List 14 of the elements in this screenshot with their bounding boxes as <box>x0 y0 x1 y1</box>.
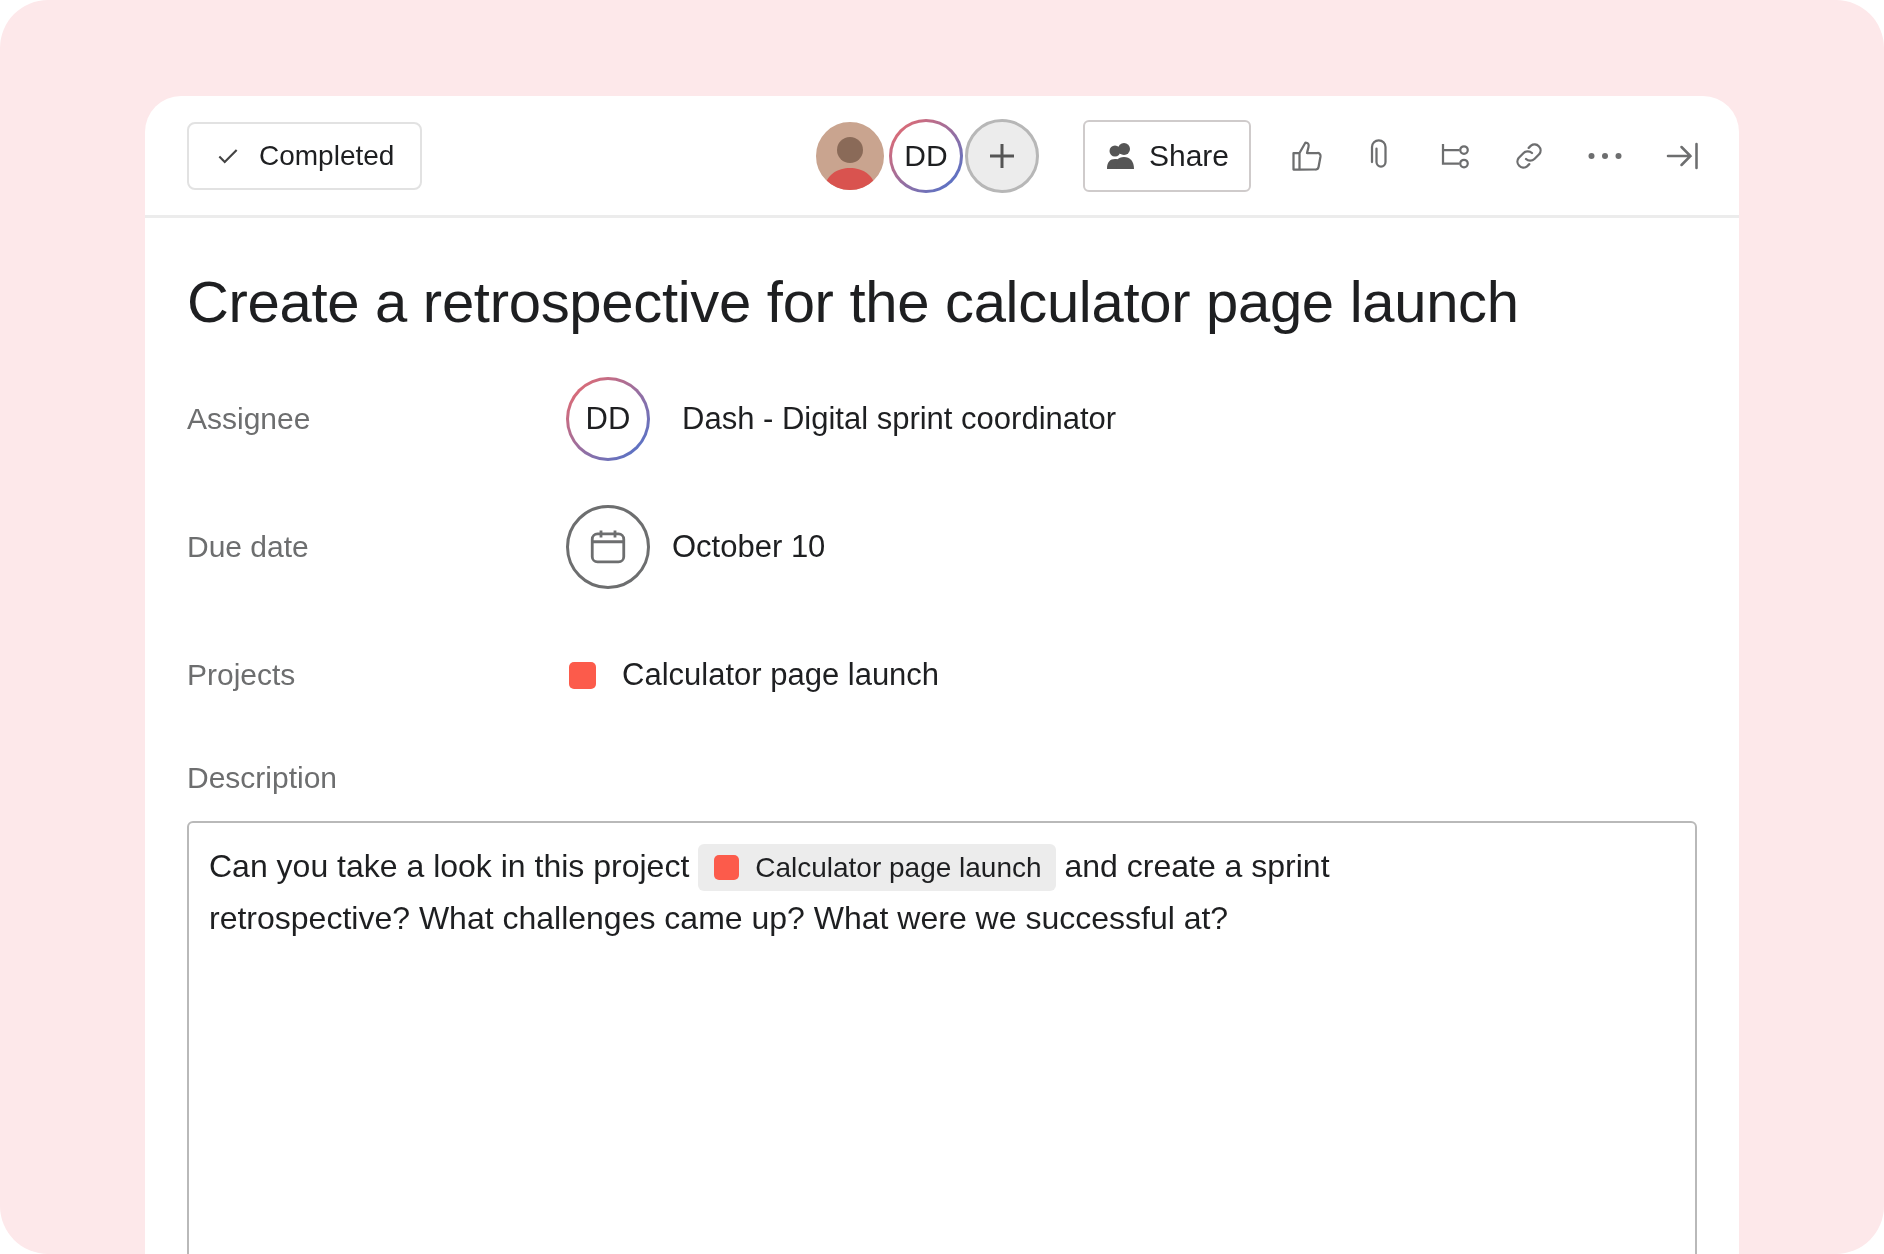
field-label: Projects <box>187 658 297 692</box>
assignee-name[interactable]: Dash - Digital sprint coordinator <box>682 401 1117 437</box>
description-label: Description <box>187 761 339 795</box>
complete-button[interactable]: Completed <box>187 121 423 190</box>
project-name[interactable]: Calculator page launch <box>622 657 940 693</box>
task-title: Create a retrospective for the calculator page launch <box>187 268 1520 335</box>
field-label: Due date <box>187 530 310 564</box>
description-text: Can you take a look in this project Calculator page launch and create a sprint retrospective? What challenges came up? What were we successful at? <box>209 841 1509 943</box>
people-icon <box>1104 140 1137 171</box>
field-label: Assignee <box>187 402 312 436</box>
share-button[interactable]: Share <box>1082 119 1251 192</box>
due-date[interactable]: October 10 <box>672 529 826 565</box>
project-link[interactable]: Calculator page launch <box>698 844 1056 891</box>
description-field[interactable]: Can you take a look in this project Calculator page launch and create a sprint retrospective? What challenges came up? What were we successful at? <box>187 821 1697 1254</box>
